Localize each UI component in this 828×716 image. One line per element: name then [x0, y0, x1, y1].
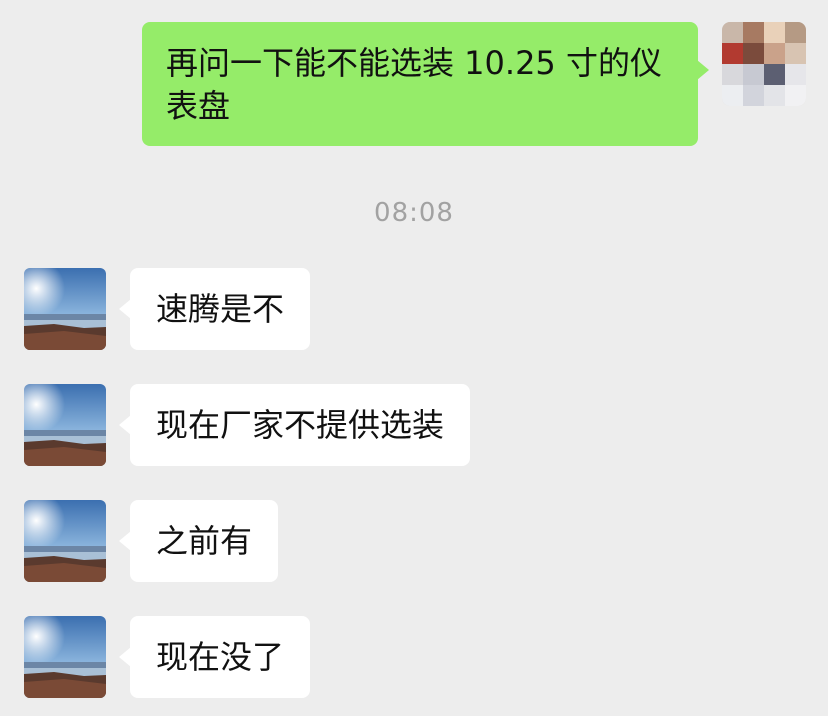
contact-avatar[interactable]: [24, 384, 106, 466]
incoming-message-text: 现在没了: [156, 638, 285, 676]
contact-avatar[interactable]: [24, 500, 106, 582]
chat-area: 再问一下能不能选装 10.25 寸的仪表盘 08:08 速腾是不 现在厂家不提供…: [0, 0, 828, 716]
incoming-message-bubble[interactable]: 现在没了: [118, 616, 311, 698]
outgoing-message-text: 再问一下能不能选装 10.25 寸的仪表盘: [166, 44, 662, 125]
incoming-message-text: 现在厂家不提供选装: [156, 406, 445, 444]
incoming-message-text: 之前有: [156, 522, 253, 560]
incoming-message-row: 之前有: [24, 500, 294, 584]
message-timestamp: 08:08: [374, 198, 454, 228]
incoming-message-text: 速腾是不: [156, 290, 285, 328]
contact-avatar[interactable]: [24, 268, 106, 350]
landscape-avatar-image: [24, 268, 106, 350]
incoming-message-row: 现在厂家不提供选装: [24, 384, 494, 468]
incoming-message-bubble[interactable]: 速腾是不: [118, 268, 311, 350]
outgoing-message-bubble[interactable]: 再问一下能不能选装 10.25 寸的仪表盘: [142, 22, 709, 146]
self-avatar[interactable]: [722, 22, 806, 106]
landscape-avatar-image: [24, 384, 106, 466]
incoming-message-row: 速腾是不: [24, 268, 324, 352]
incoming-message-bubble[interactable]: 现在厂家不提供选装: [118, 384, 471, 466]
incoming-message-row: 现在没了: [24, 616, 324, 700]
landscape-avatar-image: [24, 616, 106, 698]
pixelated-avatar-image: [722, 22, 806, 106]
incoming-message-bubble[interactable]: 之前有: [118, 500, 279, 582]
landscape-avatar-image: [24, 500, 106, 582]
contact-avatar[interactable]: [24, 616, 106, 698]
